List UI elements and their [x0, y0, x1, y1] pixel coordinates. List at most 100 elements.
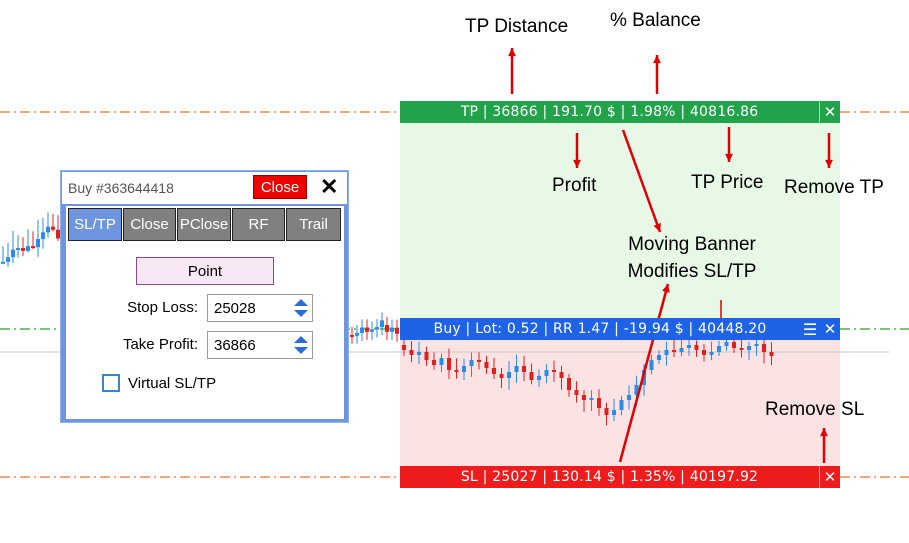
candle-body [492, 368, 496, 374]
candle-body [529, 372, 534, 380]
candle-body [41, 232, 45, 240]
annotation-profit: Profit [552, 175, 597, 196]
candle-body [582, 395, 586, 400]
candle-body [672, 350, 676, 352]
panel-title: Buy #363644418 [68, 180, 174, 196]
tp-zone [400, 123, 840, 318]
arrow-tp-distance-head [508, 48, 516, 57]
remove-tp-close-icon[interactable]: ✕ [819, 101, 840, 123]
candle-body [687, 345, 691, 348]
candle-body [769, 352, 774, 356]
trade-panel-header[interactable]: Buy #363644418 Close ✕ [62, 172, 347, 204]
candle-body [499, 374, 504, 378]
candle-body [6, 257, 10, 262]
take-profit-field[interactable]: 36866 [207, 331, 313, 359]
candle-body [432, 360, 436, 365]
candle-body [619, 400, 624, 410]
tab-trail[interactable]: Trail [286, 208, 341, 241]
candle-body [26, 246, 30, 251]
take-profit-value: 36866 [214, 337, 256, 354]
candle-body [395, 327, 399, 334]
candle-body [1, 261, 5, 264]
candle-body [21, 248, 25, 251]
candle-body [537, 376, 541, 380]
candle-body [462, 366, 466, 372]
annotation-moving-banner: Moving Banner Modifies SL/TP [612, 234, 772, 283]
buy-position-banner[interactable]: Buy | Lot: 0.52 | RR 1.47 | -19.94 $ | 4… [400, 318, 840, 340]
stop-loss-spinner-icon[interactable] [294, 299, 308, 317]
tp-banner-text: TP | 36866 | 191.70 $ | 1.98% | 40816.86 [460, 104, 759, 120]
candle-body [439, 358, 444, 365]
panel-body: Point Stop Loss: 25028 Take Profit: 3686… [66, 244, 344, 419]
annotation-moving-banner-line1: Moving Banner [628, 234, 756, 255]
candle-body [627, 395, 631, 400]
annotation-remove-sl: Remove SL [765, 399, 865, 420]
stop-loss-value: 25028 [214, 300, 256, 317]
stop-loss-label: Stop Loss: [127, 299, 198, 316]
candle-body [544, 370, 549, 376]
candle-body [380, 320, 384, 328]
close-position-icon[interactable]: ✕ [820, 318, 840, 340]
sl-banner[interactable]: SL | 25027 | 130.14 $ | 1.35% | 40197.92… [400, 466, 840, 488]
annotation-remove-tp: Remove TP [784, 177, 884, 198]
tab-rf[interactable]: RF [232, 208, 285, 241]
candle-body [717, 346, 721, 352]
tab-pclose[interactable]: PClose [177, 208, 231, 241]
candle-body [31, 246, 35, 249]
candle-body [424, 352, 429, 360]
candle-body [709, 352, 714, 355]
annotation-moving-banner-line2: Modifies SL/TP [627, 261, 757, 282]
candle-body [390, 327, 394, 332]
candle-body [649, 360, 654, 370]
candle-body [552, 370, 556, 372]
candle-body [559, 372, 564, 378]
tab-close[interactable]: Close [123, 208, 176, 241]
candle-body [739, 348, 744, 350]
candle-body [46, 226, 50, 233]
candle-body [612, 410, 616, 415]
buy-banner-text: Buy | Lot: 0.52 | RR 1.47 | -19.94 $ | 4… [433, 321, 767, 337]
candle-body [375, 327, 379, 330]
candle-body [597, 398, 601, 408]
tp-banner[interactable]: TP | 36866 | 191.70 $ | 1.98% | 40816.86… [400, 101, 840, 123]
candle-body [447, 358, 451, 370]
candle-body [507, 372, 511, 378]
candle-body [385, 325, 389, 332]
menu-icon[interactable]: ☰ [800, 318, 820, 340]
candle-body [514, 366, 519, 372]
candle-body [732, 342, 736, 348]
stop-loss-field[interactable]: 25028 [207, 294, 313, 322]
candle-body [477, 360, 481, 362]
candle-body [469, 360, 474, 366]
tab-sl-tp[interactable]: SL/TP [68, 208, 122, 241]
virtual-sltp-label: Virtual SL/TP [128, 375, 217, 392]
sl-banner-text: SL | 25027 | 130.14 $ | 1.35% | 40197.92 [460, 469, 759, 485]
candle-body [589, 398, 594, 400]
candle-body [16, 248, 20, 251]
candle-body [762, 344, 766, 352]
candle-body [454, 370, 459, 372]
candle-body [694, 345, 699, 350]
arrow-pct-balance-head [653, 55, 661, 64]
trade-panel: Buy #363644418 Close ✕ SL/TP Close PClos… [60, 170, 349, 423]
close-panel-icon[interactable]: ✕ [320, 174, 338, 200]
remove-sl-close-icon[interactable]: ✕ [819, 466, 840, 488]
take-profit-label: Take Profit: [122, 336, 198, 353]
candle-body [747, 346, 751, 350]
candle-body [664, 350, 669, 355]
candle-body [679, 348, 684, 352]
candle-body [567, 378, 571, 390]
candle-body [604, 408, 609, 415]
candle-body [754, 344, 759, 346]
candle-body [355, 333, 359, 336]
close-trade-button[interactable]: Close [253, 175, 307, 199]
candle-body [409, 350, 414, 355]
virtual-sltp-checkbox[interactable] [102, 374, 120, 392]
candle-body [402, 345, 406, 350]
point-button[interactable]: Point [136, 257, 274, 285]
take-profit-spinner-icon[interactable] [294, 336, 308, 354]
panel-tabs: SL/TP Close PClose RF Trail [66, 206, 344, 244]
annotation-tp-price: TP Price [691, 172, 764, 193]
candle-body [36, 239, 40, 248]
candle-body [360, 327, 364, 334]
